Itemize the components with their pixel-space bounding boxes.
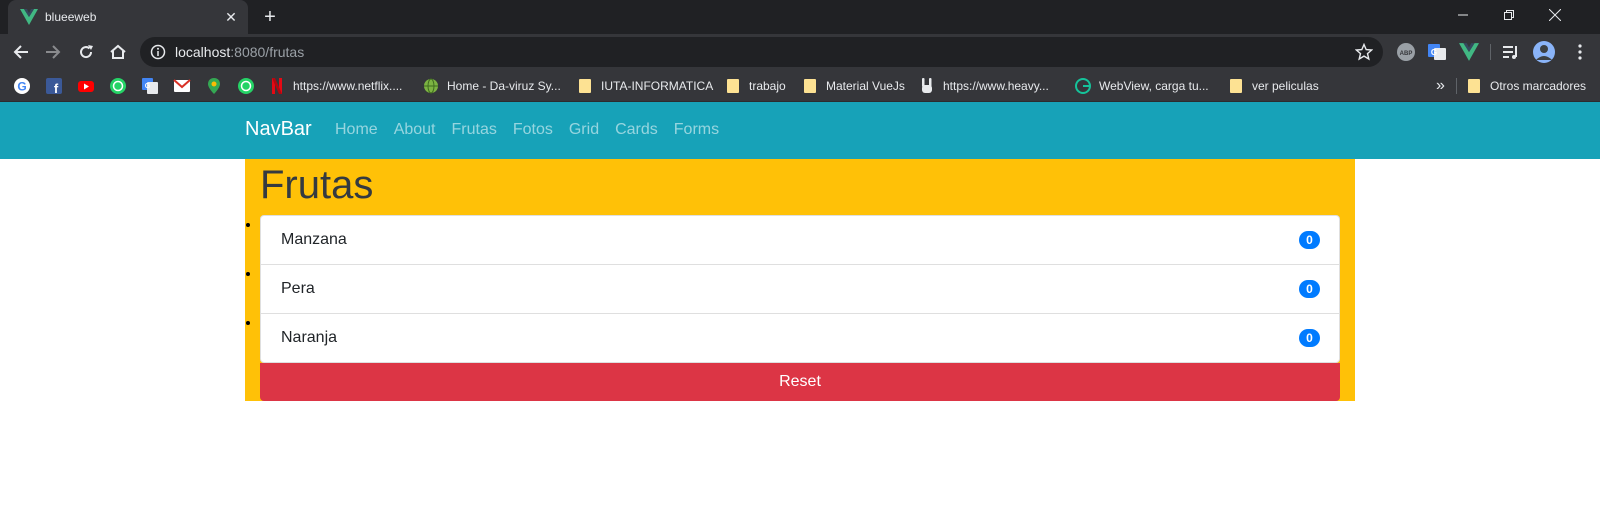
- nav-link-home[interactable]: Home: [335, 121, 378, 139]
- browser-tab[interactable]: blueeweb ✕: [8, 0, 248, 34]
- folder-icon: [579, 79, 591, 93]
- bookmark-label: ver peliculas: [1252, 79, 1319, 93]
- count-badge: 0: [1299, 231, 1320, 249]
- frutas-container: Frutas Manzana 0 Pera 0 Naranja 0 Reset: [245, 159, 1355, 401]
- fruit-name: Pera: [281, 280, 315, 297]
- bookmark-netflix[interactable]: https://www.netflix....: [269, 70, 402, 102]
- nav-link-about[interactable]: About: [394, 121, 436, 139]
- fruit-name: Manzana: [281, 231, 347, 248]
- rock-hand-icon: [919, 78, 935, 94]
- whatsapp-icon[interactable]: [109, 77, 127, 95]
- info-icon[interactable]: [150, 44, 166, 60]
- bookmark-webview[interactable]: WebView, carga tu...: [1075, 70, 1209, 102]
- folder-icon: [727, 79, 739, 93]
- list-item[interactable]: Pera 0: [261, 265, 1339, 314]
- bookmarks-overflow-chevron-icon[interactable]: »: [1436, 70, 1445, 102]
- folder-icon: [1468, 79, 1480, 93]
- svg-text:ABP: ABP: [1400, 51, 1413, 57]
- address-bar[interactable]: localhost:8080/frutas: [140, 37, 1383, 67]
- svg-text:G: G: [17, 80, 26, 94]
- tab-title: blueeweb: [45, 10, 97, 24]
- bookmarks-divider: [1456, 78, 1457, 94]
- svg-text:G: G: [145, 83, 151, 90]
- site-navbar: NavBar Home About Frutas Fotos Grid Card…: [0, 102, 1600, 159]
- close-tab-icon[interactable]: ✕: [222, 8, 240, 26]
- nav-link-grid[interactable]: Grid: [569, 121, 599, 139]
- profile-avatar[interactable]: [1533, 41, 1555, 63]
- tab-strip: blueeweb ✕ +: [0, 0, 1600, 34]
- url-host: localhost: [175, 44, 231, 60]
- folder-icon: [1230, 79, 1242, 93]
- bookmark-label: Material VueJs: [826, 79, 905, 93]
- bookmark-daviruz[interactable]: Home - Da-viruz Sy...: [423, 70, 561, 102]
- forward-arrow-icon[interactable]: [42, 41, 64, 63]
- new-tab-icon[interactable]: +: [260, 7, 280, 27]
- google-translate-icon[interactable]: G: [1427, 42, 1447, 62]
- nav-link-frutas[interactable]: Frutas: [452, 121, 497, 139]
- facebook-icon[interactable]: f: [45, 77, 63, 95]
- back-arrow-icon[interactable]: [10, 41, 32, 63]
- nav-links: Home About Frutas Fotos Grid Cards Forms: [335, 121, 735, 139]
- list-item[interactable]: Naranja 0: [261, 314, 1339, 362]
- svg-text:f: f: [54, 81, 59, 95]
- home-icon[interactable]: [107, 41, 129, 63]
- navbar-brand[interactable]: NavBar: [245, 118, 312, 141]
- bookmark-label: Otros marcadores: [1490, 79, 1587, 93]
- fruit-list: Manzana 0 Pera 0 Naranja 0: [260, 215, 1340, 363]
- bookmark-heavy[interactable]: https://www.heavy...: [919, 70, 1049, 102]
- adblock-extension-icon[interactable]: ABP: [1396, 42, 1416, 62]
- bookmark-folder-trabajo[interactable]: trabajo: [727, 70, 786, 102]
- nav-link-forms[interactable]: Forms: [674, 121, 719, 139]
- youtube-icon[interactable]: [77, 77, 95, 95]
- whatsapp-web-icon[interactable]: [237, 77, 255, 95]
- page-title: Frutas: [260, 163, 374, 207]
- bookmark-label: trabajo: [749, 79, 786, 93]
- minimize-icon[interactable]: [1440, 0, 1486, 30]
- url-text: localhost:8080/frutas: [175, 44, 304, 60]
- browser-toolbar: localhost:8080/frutas ABP G: [0, 34, 1600, 70]
- bookmark-label: IUTA-INFORMATICA: [601, 79, 714, 93]
- menu-kebab-icon[interactable]: [1570, 42, 1590, 62]
- netflix-icon: [269, 78, 285, 94]
- bookmark-folder-iuta[interactable]: IUTA-INFORMATICA: [579, 70, 713, 102]
- vue-logo-icon: [20, 9, 38, 25]
- bookmarks-bar: G f G https://www.netflix.... Home - Da-…: [0, 70, 1600, 102]
- star-icon[interactable]: [1355, 43, 1373, 61]
- reset-button[interactable]: Reset: [260, 363, 1340, 401]
- globe-icon: [423, 78, 439, 94]
- bookmark-label: https://www.netflix....: [293, 79, 403, 93]
- bookmark-folder-other[interactable]: Otros marcadores: [1468, 70, 1586, 102]
- grammarly-icon: [1075, 78, 1091, 94]
- close-window-icon[interactable]: [1532, 0, 1578, 30]
- google-maps-icon[interactable]: [205, 77, 223, 95]
- fruit-name: Naranja: [281, 329, 338, 346]
- count-badge: 0: [1299, 329, 1320, 347]
- restore-icon[interactable]: [1486, 0, 1532, 30]
- toolbar-divider: [1490, 44, 1491, 60]
- svg-text:G: G: [1431, 48, 1437, 57]
- vue-devtools-icon[interactable]: [1459, 42, 1479, 62]
- url-path: :8080/frutas: [230, 44, 305, 60]
- folder-icon: [804, 79, 816, 93]
- count-badge: 0: [1299, 280, 1320, 298]
- bookmark-folder-vuejs[interactable]: Material VueJs: [804, 70, 905, 102]
- nav-link-fotos[interactable]: Fotos: [513, 121, 553, 139]
- gmail-icon[interactable]: [173, 77, 191, 95]
- media-control-icon[interactable]: [1501, 42, 1521, 62]
- bookmark-label: WebView, carga tu...: [1099, 79, 1209, 93]
- google-icon[interactable]: G: [13, 77, 31, 95]
- list-item[interactable]: Manzana 0: [261, 216, 1339, 265]
- nav-link-cards[interactable]: Cards: [615, 121, 658, 139]
- bookmark-folder-peliculas[interactable]: ver peliculas: [1230, 70, 1319, 102]
- reload-icon[interactable]: [75, 41, 97, 63]
- google-translate-bookmark-icon[interactable]: G: [141, 77, 159, 95]
- bookmark-label: https://www.heavy...: [943, 79, 1049, 93]
- bookmark-label: Home - Da-viruz Sy...: [447, 79, 561, 93]
